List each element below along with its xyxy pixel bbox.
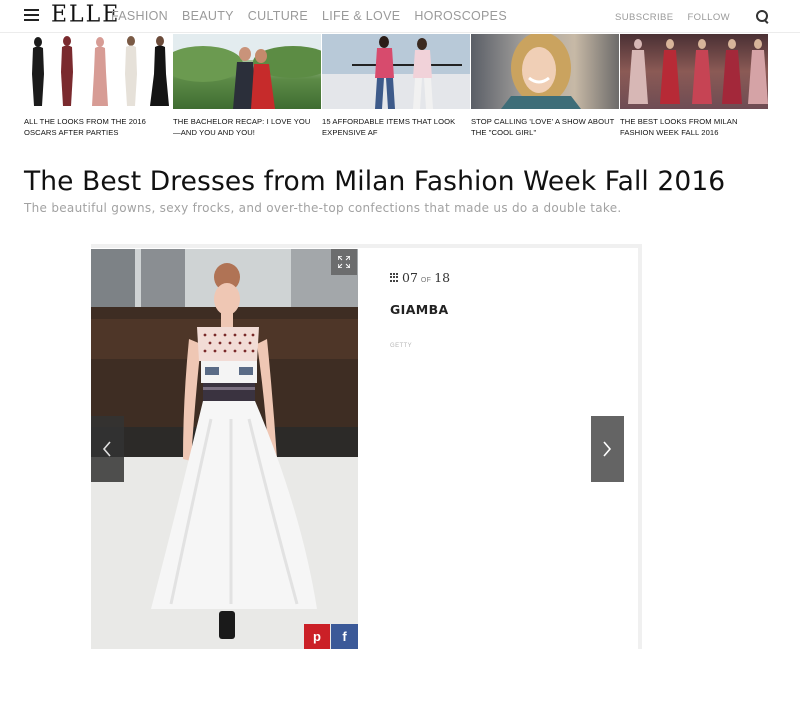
related-title[interactable]: 15 AFFORDABLE ITEMS THAT LOOK EXPENSIVE … — [322, 116, 470, 138]
related-card-love[interactable]: STOP CALLING 'LOVE' A SHOW ABOUT THE "CO… — [471, 34, 619, 138]
search-icon[interactable] — [756, 10, 770, 24]
nav-link-life-love[interactable]: LIFE & LOVE — [322, 9, 400, 23]
slide-photo[interactable] — [91, 249, 358, 649]
grid-view-icon[interactable] — [390, 273, 400, 282]
facebook-share-button[interactable]: f — [331, 624, 358, 649]
expand-icon — [338, 256, 350, 268]
related-stories-strip: ALL THE LOOKS FROM THE 2016 OSCARS AFTER… — [24, 34, 770, 138]
pinterest-share-button[interactable]: p — [304, 624, 330, 649]
related-thumbnail[interactable] — [620, 34, 768, 109]
chevron-left-icon — [102, 441, 111, 457]
nav-link-culture[interactable]: CULTURE — [248, 9, 308, 23]
utility-nav: SUBSCRIBE FOLLOW — [615, 10, 770, 24]
subscribe-link[interactable]: SUBSCRIBE — [615, 12, 674, 23]
nav-link-fashion[interactable]: FASHION — [111, 9, 168, 23]
next-slide-button[interactable] — [591, 416, 624, 482]
slide-total: 18 — [434, 270, 451, 285]
menu-icon[interactable] — [24, 9, 39, 22]
photo-credit: GETTY — [390, 343, 413, 349]
nav-link-beauty[interactable]: BEAUTY — [182, 9, 234, 23]
slide-title: GIAMBA — [390, 302, 449, 317]
related-thumbnail[interactable] — [322, 34, 470, 109]
related-thumbnail[interactable] — [173, 34, 321, 109]
primary-nav: FASHION BEAUTY CULTURE LIFE & LOVE HOROS… — [111, 9, 521, 23]
related-title[interactable]: THE BEST LOOKS FROM MILAN FASHION WEEK F… — [620, 116, 768, 138]
slide-of-label: OF — [420, 277, 432, 284]
related-card-affordable[interactable]: 15 AFFORDABLE ITEMS THAT LOOK EXPENSIVE … — [322, 34, 470, 138]
article-dek: The beautiful gowns, sexy frocks, and ov… — [24, 201, 622, 215]
follow-link[interactable]: FOLLOW — [687, 12, 730, 23]
site-logo[interactable]: ELLE — [51, 1, 120, 27]
prev-slide-button[interactable] — [91, 416, 124, 482]
related-title[interactable]: ALL THE LOOKS FROM THE 2016 OSCARS AFTER… — [24, 116, 172, 138]
slide-current: 07 — [402, 270, 418, 285]
related-thumbnail[interactable] — [24, 34, 172, 109]
related-title[interactable]: STOP CALLING 'LOVE' A SHOW ABOUT THE "CO… — [471, 116, 619, 138]
related-card-oscars[interactable]: ALL THE LOOKS FROM THE 2016 OSCARS AFTER… — [24, 34, 172, 138]
slide-counter: 07 OF 18 — [390, 270, 450, 285]
fullscreen-button[interactable] — [331, 249, 357, 275]
related-card-milan[interactable]: THE BEST LOOKS FROM MILAN FASHION WEEK F… — [620, 34, 768, 138]
related-card-bachelor[interactable]: THE BACHELOR RECAP: I LOVE YOU—AND YOU A… — [173, 34, 321, 138]
chevron-right-icon — [603, 441, 612, 457]
related-thumbnail[interactable] — [471, 34, 619, 109]
nav-link-horoscopes[interactable]: HOROSCOPES — [414, 9, 507, 23]
related-title[interactable]: THE BACHELOR RECAP: I LOVE YOU—AND YOU A… — [173, 116, 321, 138]
top-nav: ELLE FASHION BEAUTY CULTURE LIFE & LOVE … — [0, 0, 800, 33]
article-headline: The Best Dresses from Milan Fashion Week… — [24, 166, 726, 197]
